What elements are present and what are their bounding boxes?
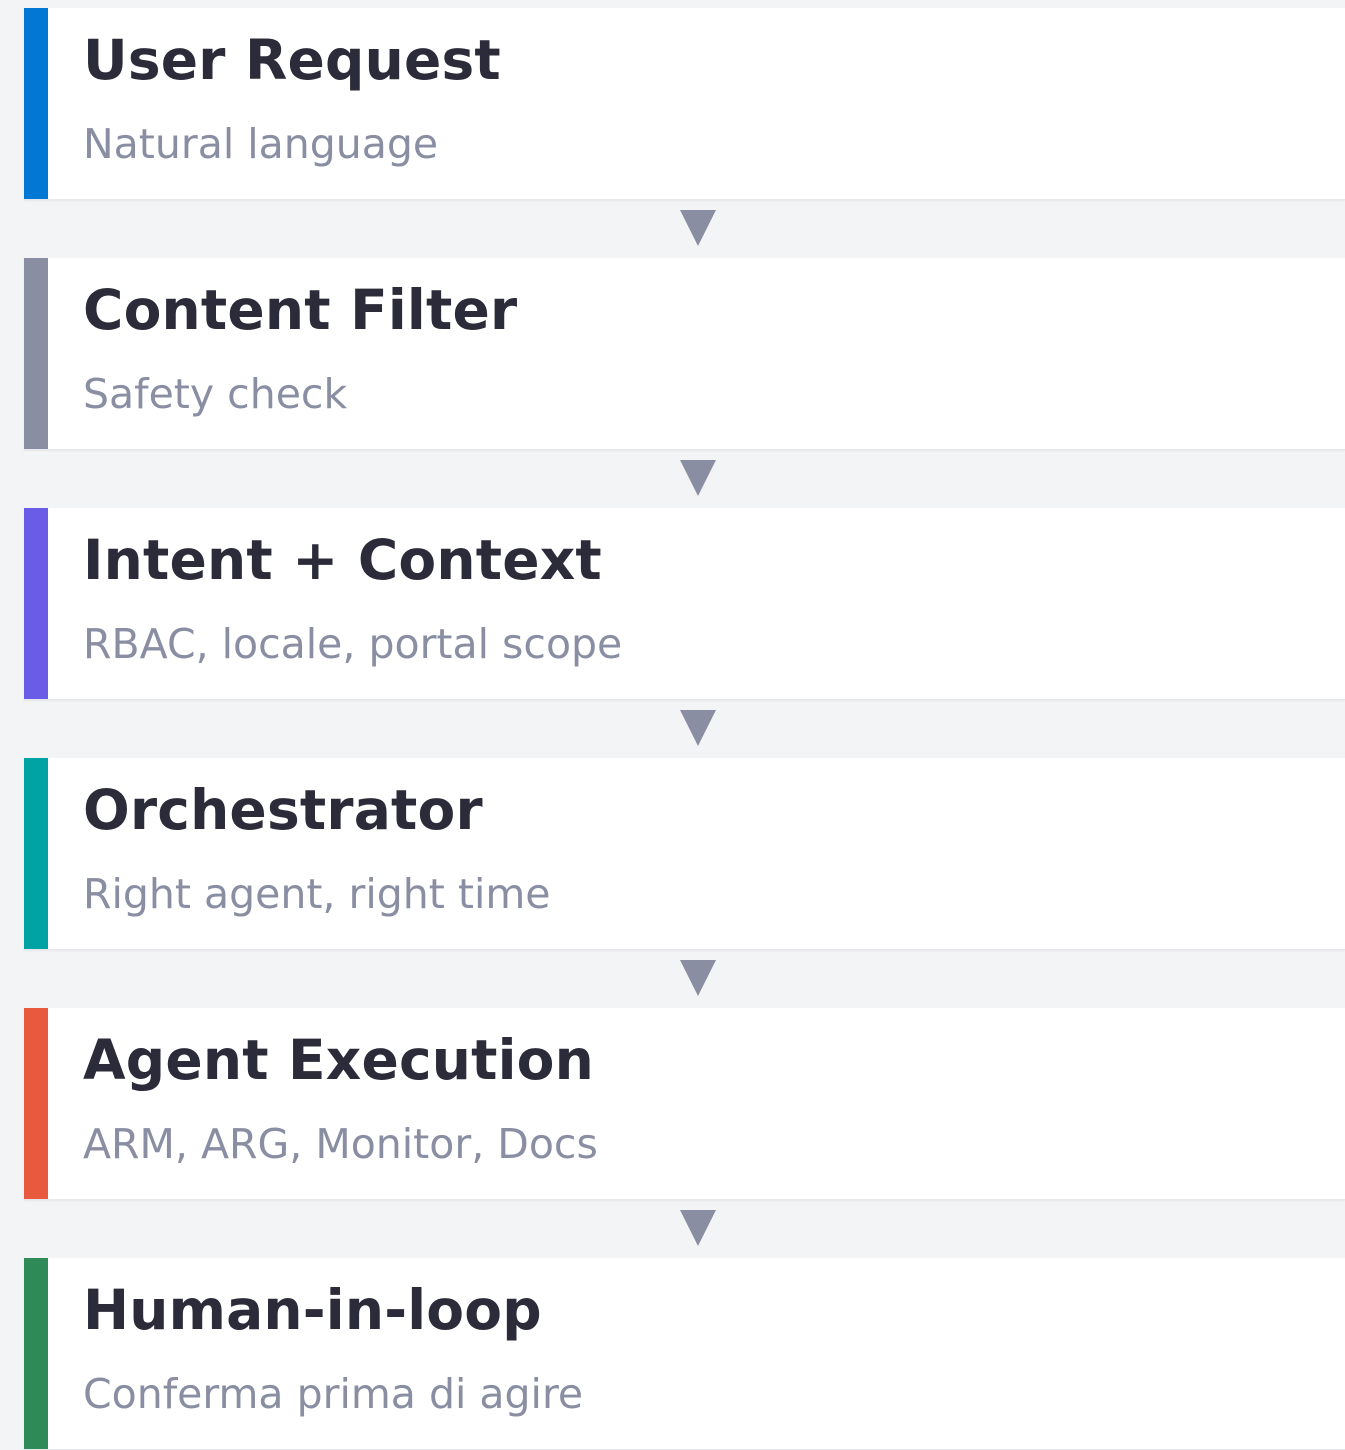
step-title: Orchestrator <box>83 778 483 842</box>
connector <box>24 200 1345 258</box>
step-title: User Request <box>83 28 501 92</box>
step-subtitle: ARM, ARG, Monitor, Docs <box>83 1120 598 1168</box>
step-accent-bar <box>24 508 48 699</box>
connector <box>24 950 1345 1008</box>
step-intent-context: Intent + Context RBAC, locale, portal sc… <box>24 508 1345 700</box>
down-arrow-icon <box>680 710 716 746</box>
down-arrow-icon <box>680 210 716 246</box>
connector <box>24 450 1345 508</box>
down-arrow-icon <box>680 1210 716 1246</box>
step-accent-bar <box>24 1258 48 1449</box>
step-title: Agent Execution <box>83 1028 595 1092</box>
step-subtitle: Conferma prima di agire <box>83 1370 584 1418</box>
step-subtitle: Natural language <box>83 120 439 168</box>
step-title: Content Filter <box>83 278 518 342</box>
step-title: Intent + Context <box>83 528 602 592</box>
step-agent-execution: Agent Execution ARM, ARG, Monitor, Docs <box>24 1008 1345 1200</box>
step-subtitle: Right agent, right time <box>83 870 551 918</box>
pipeline-flow: User Request Natural language Content Fi… <box>24 8 1345 1450</box>
step-orchestrator: Orchestrator Right agent, right time <box>24 758 1345 950</box>
step-human-in-loop: Human-in-loop Conferma prima di agire <box>24 1258 1345 1450</box>
step-content-filter: Content Filter Safety check <box>24 258 1345 450</box>
connector <box>24 1200 1345 1258</box>
step-accent-bar <box>24 1008 48 1199</box>
step-accent-bar <box>24 758 48 949</box>
down-arrow-icon <box>680 960 716 996</box>
step-user-request: User Request Natural language <box>24 8 1345 200</box>
step-subtitle: RBAC, locale, portal scope <box>83 620 623 668</box>
step-accent-bar <box>24 8 48 199</box>
down-arrow-icon <box>680 460 716 496</box>
step-title: Human-in-loop <box>83 1278 542 1342</box>
step-accent-bar <box>24 258 48 449</box>
connector <box>24 700 1345 758</box>
step-subtitle: Safety check <box>83 370 348 418</box>
